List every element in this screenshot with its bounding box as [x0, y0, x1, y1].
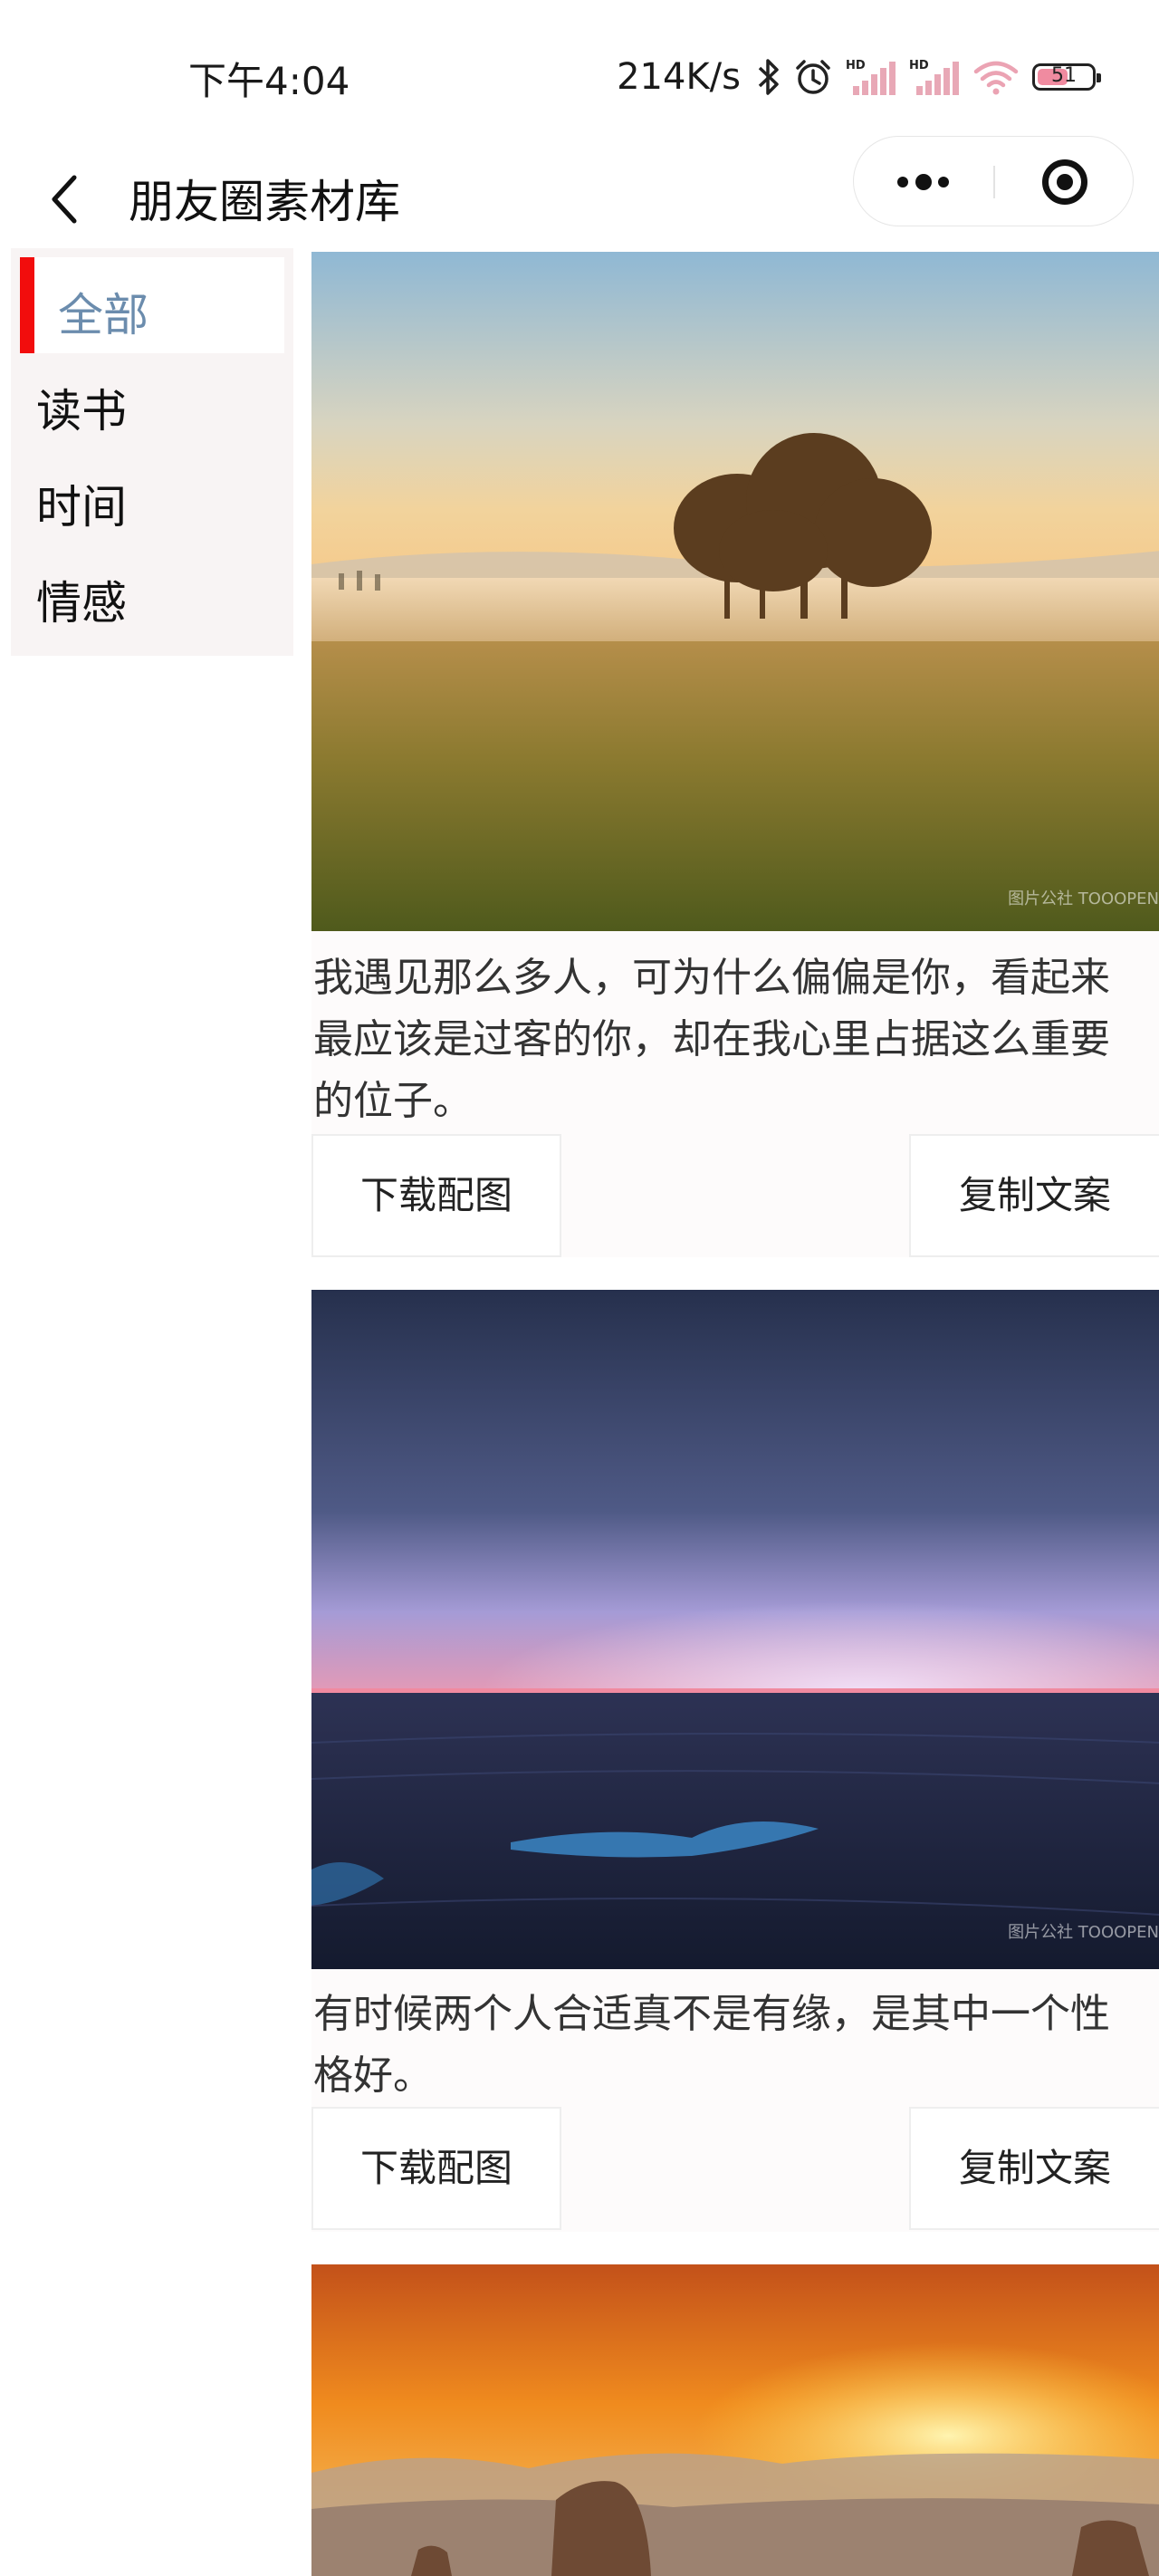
- back-button[interactable]: [36, 154, 91, 226]
- battery-icon: 51: [1032, 63, 1101, 91]
- post-text: 有时候两个人合适真不是有缘，是其中一个性格好。: [313, 1991, 1110, 2099]
- page-title: 朋友圈素材库: [129, 176, 400, 228]
- status-time: 下午4:04: [188, 59, 350, 103]
- status-icons: 214K/s HD HD 51: [617, 54, 1101, 100]
- bluetooth-icon: [758, 59, 779, 95]
- category-label: 全部: [58, 289, 148, 341]
- sunset-rocks-image: [311, 2264, 1159, 2576]
- category-label: 读书: [36, 385, 127, 437]
- network-speed: 214K/s: [617, 56, 741, 98]
- status-bar: 下午4:04 214K/s HD HD 51: [0, 0, 1159, 136]
- target-core: [1057, 174, 1073, 190]
- download-image-button[interactable]: 下载配图: [311, 2107, 561, 2230]
- chevron-left-icon: [52, 175, 77, 224]
- category-item-all[interactable]: 全部: [20, 257, 284, 353]
- post-image[interactable]: 图片公社 TOOOPEN: [311, 1290, 1159, 1969]
- category-label: 时间: [36, 481, 127, 533]
- battery-level: 51: [1051, 64, 1077, 87]
- post-text: 我遇见那么多人，可为什么偏偏是你，看起来最应该是过客的你，却在我心里占据这么重要…: [313, 955, 1110, 1124]
- post-card: 图片公社 TOOOPEN 有时候两个人合适真不是有缘，是其中一个性格好。 下载配…: [311, 1290, 1159, 2232]
- nav-bar: 朋友圈素材库: [0, 136, 1159, 245]
- category-label: 情感: [36, 577, 127, 630]
- close-button[interactable]: [995, 137, 1135, 227]
- image-watermark: 图片公社 TOOOPEN: [1008, 1923, 1159, 1942]
- more-button[interactable]: [854, 137, 993, 227]
- post-image[interactable]: [311, 2264, 1159, 2576]
- active-indicator: [20, 257, 34, 353]
- battery-cap: [1097, 73, 1101, 82]
- night-sea-image: [311, 1290, 1159, 1969]
- wifi-icon: [973, 61, 1019, 95]
- svg-text:HD: HD: [846, 59, 866, 72]
- more-dot: [915, 174, 932, 190]
- category-item-time[interactable]: 时间: [20, 449, 284, 545]
- image-watermark: 图片公社 TOOOPEN: [1008, 889, 1159, 908]
- mini-program-capsule: [853, 136, 1134, 226]
- svg-text:HD: HD: [909, 59, 929, 72]
- post-card: 图片公社 TOOOPEN 我遇见那么多人，可为什么偏偏是你，看起来最应该是过客的…: [311, 252, 1159, 1257]
- post-card: [311, 2264, 1159, 2576]
- more-dot: [938, 177, 949, 187]
- copy-text-button[interactable]: 复制文案: [909, 2107, 1159, 2230]
- more-dot: [897, 177, 908, 187]
- post-image[interactable]: 图片公社 TOOOPEN: [311, 252, 1159, 931]
- hd-signal-icon: HD: [909, 59, 959, 95]
- alarm-icon: [796, 60, 830, 94]
- category-item-emotion[interactable]: 情感: [20, 545, 284, 641]
- category-item-reading[interactable]: 读书: [20, 353, 284, 449]
- page: 下午4:04 214K/s HD HD 51 朋友圈素材库 全部 读书 时间 情…: [0, 0, 1159, 2576]
- misty-meadow-image: [311, 252, 1159, 931]
- download-image-button[interactable]: 下载配图: [311, 1134, 561, 1257]
- hd-signal-icon: HD: [846, 59, 896, 95]
- category-sidebar: 全部 读书 时间 情感: [11, 248, 293, 656]
- copy-text-button[interactable]: 复制文案: [909, 1134, 1159, 1257]
